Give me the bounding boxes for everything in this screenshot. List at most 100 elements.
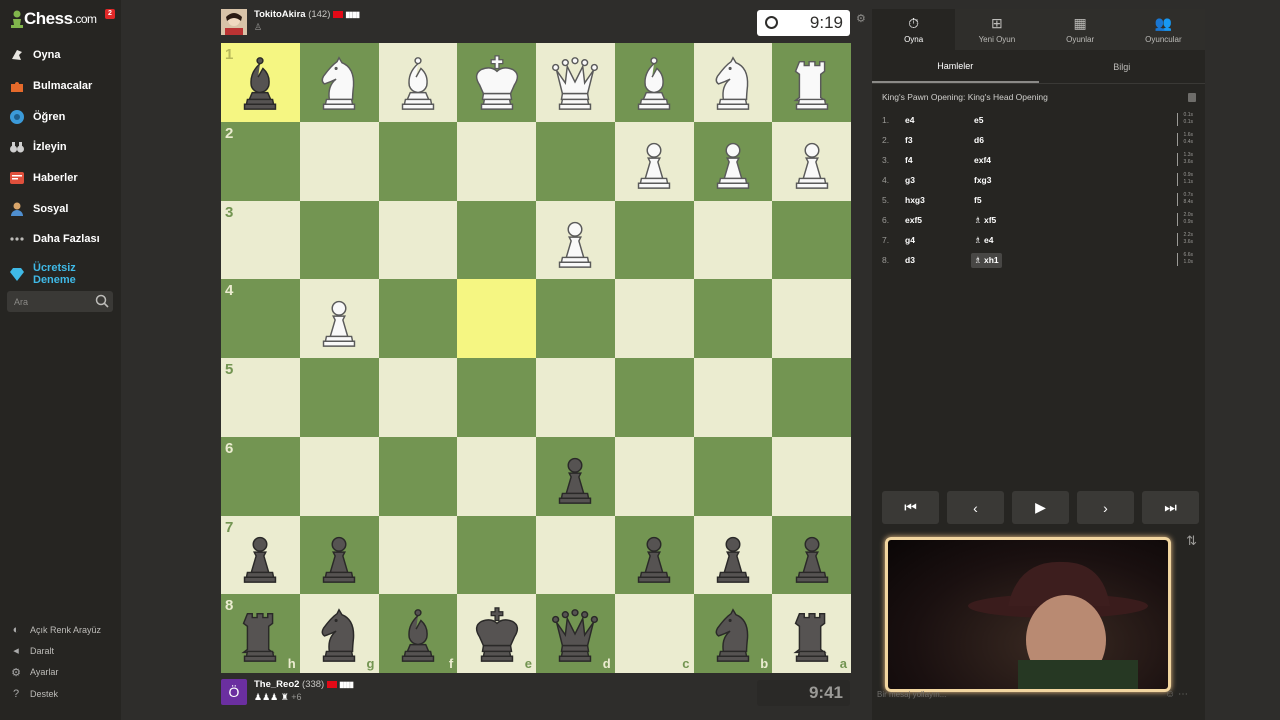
- square-e1[interactable]: [457, 43, 536, 122]
- support-link[interactable]: ? Destek: [0, 683, 121, 704]
- square-a1[interactable]: [772, 43, 851, 122]
- sidebar-item-learn[interactable]: Öğren: [0, 101, 121, 132]
- sidebar-item-watch[interactable]: İzleyin: [0, 132, 121, 163]
- white-pawn-icon[interactable]: [300, 279, 379, 358]
- square-g4[interactable]: [299, 279, 379, 358]
- square-a5[interactable]: [772, 358, 851, 437]
- white-move[interactable]: f4: [905, 155, 971, 165]
- play-button[interactable]: ▶: [1012, 491, 1069, 524]
- square-e7[interactable]: [457, 515, 536, 595]
- square-d1[interactable]: [536, 43, 615, 122]
- black-pawn-icon[interactable]: [221, 516, 300, 595]
- black-pawn-icon[interactable]: [772, 516, 851, 595]
- chat-input[interactable]: Bir mesaj yollayın...: [877, 690, 946, 699]
- square-c8[interactable]: c: [614, 594, 694, 673]
- square-b7[interactable]: [693, 515, 773, 595]
- white-bishop-icon[interactable]: [379, 43, 458, 122]
- sidebar-item-social[interactable]: Sosyal: [0, 193, 121, 224]
- board-settings-gear-icon[interactable]: ⚙: [856, 12, 866, 25]
- opponent-username[interactable]: TokitoAkira: [254, 9, 306, 20]
- collapse-button[interactable]: ◂ Daralt: [0, 640, 121, 661]
- square-e8[interactable]: e: [457, 594, 536, 673]
- white-pawn-icon[interactable]: [615, 122, 694, 201]
- square-b5[interactable]: [693, 358, 773, 437]
- square-g8[interactable]: g: [299, 594, 379, 673]
- sidebar-item-free-trial[interactable]: Ücretsiz Deneme: [0, 255, 121, 293]
- square-b4[interactable]: [693, 279, 773, 358]
- square-c4[interactable]: [614, 279, 694, 358]
- white-bishop-icon[interactable]: [615, 43, 694, 122]
- black-pawn-icon[interactable]: [694, 516, 773, 595]
- square-b8[interactable]: b: [693, 594, 773, 673]
- next-move-button[interactable]: ›: [1077, 491, 1134, 524]
- black-move[interactable]: d6: [971, 133, 1041, 147]
- square-h5[interactable]: 5: [221, 358, 300, 437]
- square-h2[interactable]: 2: [221, 121, 300, 201]
- square-a3[interactable]: [772, 200, 851, 280]
- square-b3[interactable]: [693, 200, 773, 280]
- square-d6[interactable]: [536, 436, 615, 516]
- square-a4[interactable]: [772, 279, 851, 358]
- light-theme-toggle[interactable]: ◐ Açık Renk Arayüz: [0, 619, 121, 640]
- white-move[interactable]: f3: [905, 135, 971, 145]
- black-queen-icon[interactable]: [536, 594, 615, 673]
- square-e2[interactable]: [457, 121, 536, 201]
- white-move[interactable]: hxg3: [905, 195, 971, 205]
- square-a7[interactable]: [772, 515, 851, 595]
- square-a8[interactable]: a: [772, 594, 851, 673]
- square-f6[interactable]: [378, 436, 458, 516]
- first-move-button[interactable]: ⏮: [882, 491, 939, 524]
- square-f5[interactable]: [378, 358, 458, 437]
- black-rook-icon[interactable]: [221, 594, 300, 673]
- tab-moves[interactable]: Hamleler: [872, 50, 1039, 83]
- square-d2[interactable]: [536, 121, 615, 201]
- square-b1[interactable]: [693, 43, 773, 122]
- white-king-icon[interactable]: [457, 43, 536, 122]
- sidebar-item-more[interactable]: Daha Fazlası: [0, 224, 121, 255]
- black-bishop-icon[interactable]: [221, 43, 300, 122]
- tab-play[interactable]: ⏱ Oyna: [872, 9, 956, 50]
- previous-move-button[interactable]: ‹: [947, 491, 1004, 524]
- black-knight-icon[interactable]: [300, 594, 379, 673]
- square-c5[interactable]: [614, 358, 694, 437]
- search-input[interactable]: Ara: [7, 291, 113, 312]
- square-g3[interactable]: [299, 200, 379, 280]
- white-move[interactable]: g4: [905, 235, 971, 245]
- square-e3[interactable]: [457, 200, 536, 280]
- black-pawn-icon[interactable]: [536, 437, 615, 516]
- last-move-button[interactable]: ⏭: [1142, 491, 1199, 524]
- square-d3[interactable]: [536, 200, 615, 280]
- square-f3[interactable]: [378, 200, 458, 280]
- square-e4[interactable]: [457, 279, 536, 358]
- white-pawn-icon[interactable]: [536, 201, 615, 280]
- self-username[interactable]: The_Reo2: [254, 679, 299, 690]
- tab-players[interactable]: 👥 Oyuncular: [1121, 9, 1205, 50]
- square-e5[interactable]: [457, 358, 536, 437]
- square-c7[interactable]: [614, 515, 694, 595]
- white-move[interactable]: d3: [905, 255, 971, 265]
- square-h6[interactable]: 6: [221, 436, 300, 516]
- emoji-icon[interactable]: ☺: [1165, 689, 1175, 700]
- square-h1[interactable]: 1: [221, 43, 300, 122]
- square-h3[interactable]: 3: [221, 200, 300, 280]
- square-f7[interactable]: [378, 515, 458, 595]
- search-icon[interactable]: [95, 294, 109, 308]
- black-knight-icon[interactable]: [694, 594, 773, 673]
- square-d5[interactable]: [536, 358, 615, 437]
- square-h4[interactable]: 4: [221, 279, 300, 358]
- black-move[interactable]: exf4: [971, 153, 1041, 167]
- white-knight-icon[interactable]: [694, 43, 773, 122]
- square-g2[interactable]: [299, 121, 379, 201]
- sidebar-item-puzzles[interactable]: Bulmacalar: [0, 71, 121, 102]
- book-icon[interactable]: [1188, 93, 1196, 102]
- square-c1[interactable]: [614, 43, 694, 122]
- square-c3[interactable]: [614, 200, 694, 280]
- square-f4[interactable]: [378, 279, 458, 358]
- square-g5[interactable]: [299, 358, 379, 437]
- more-options-icon[interactable]: ⋯: [1178, 689, 1188, 700]
- settings-link[interactable]: ⚙ Ayarlar: [0, 662, 121, 683]
- black-move[interactable]: fxg3: [971, 173, 1041, 187]
- tab-new-game[interactable]: ⊞ Yeni Oyun: [955, 9, 1039, 50]
- white-queen-icon[interactable]: [536, 43, 615, 122]
- square-h8[interactable]: 8h: [221, 594, 300, 673]
